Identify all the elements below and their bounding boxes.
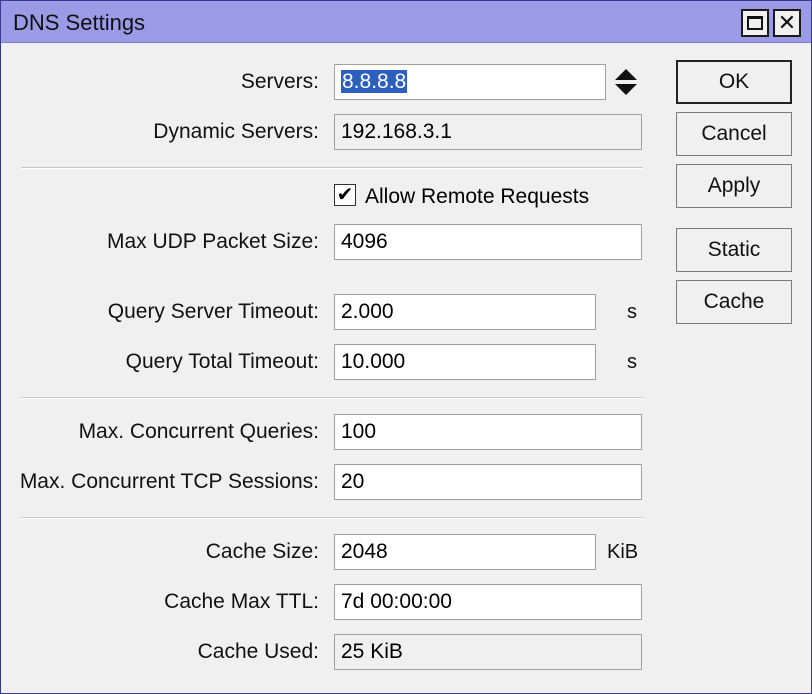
allow-remote-requests-label[interactable]: Allow Remote Requests (365, 181, 589, 213)
title-bar[interactable]: DNS Settings ✕ (1, 1, 811, 43)
dynamic-servers-field: 192.168.3.1 (334, 114, 642, 150)
separator (21, 167, 643, 169)
dns-settings-window: DNS Settings ✕ Servers: 8.8.8.8 Dynamic … (0, 0, 812, 694)
separator (21, 517, 643, 519)
max-udp-input[interactable]: 4096 (334, 224, 642, 260)
close-icon: ✕ (777, 10, 797, 35)
cache-size-unit: KiB (607, 541, 639, 563)
static-button[interactable]: Static (676, 228, 792, 272)
checkmark-icon: ✔ (336, 184, 354, 206)
query-server-timeout-label: Query Server Timeout: (107, 300, 319, 323)
servers-label: Servers: (240, 70, 319, 93)
cache-max-ttl-input[interactable]: 7d 00:00:00 (334, 584, 642, 620)
max-concurrent-queries-label: Max. Concurrent Queries: (78, 420, 319, 443)
close-button[interactable]: ✕ (773, 9, 801, 37)
max-concurrent-queries-input[interactable]: 100 (334, 414, 642, 450)
apply-button[interactable]: Apply (676, 164, 792, 208)
cache-used-label: Cache Used: (197, 640, 319, 663)
query-total-timeout-unit: s (627, 351, 637, 373)
cancel-button[interactable]: Cancel (676, 112, 792, 156)
cache-used-field: 25 KiB (334, 634, 642, 670)
dynamic-servers-label: Dynamic Servers: (153, 120, 319, 143)
separator (21, 397, 643, 399)
query-server-timeout-unit: s (627, 301, 637, 323)
max-concurrent-tcp-label: Max. Concurrent TCP Sessions: (19, 470, 319, 493)
max-concurrent-tcp-input[interactable]: 20 (334, 464, 642, 500)
cache-size-input[interactable]: 2048 (334, 534, 596, 570)
allow-remote-requests-checkbox[interactable]: ✔ (334, 184, 356, 206)
query-server-timeout-input[interactable]: 2.000 (334, 294, 596, 330)
max-udp-label: Max UDP Packet Size: (106, 230, 319, 253)
window-title: DNS Settings (13, 10, 146, 35)
maximize-button[interactable] (741, 9, 769, 37)
maximize-icon (747, 16, 763, 30)
cache-size-label: Cache Size: (205, 540, 319, 563)
servers-spinner-icon[interactable] (613, 67, 639, 97)
servers-value: 8.8.8.8 (341, 70, 408, 93)
cache-max-ttl-label: Cache Max TTL: (164, 590, 319, 613)
query-total-timeout-input[interactable]: 10.000 (334, 344, 596, 380)
query-total-timeout-label: Query Total Timeout: (125, 350, 319, 373)
ok-button[interactable]: OK (676, 60, 792, 104)
cache-button[interactable]: Cache (676, 280, 792, 324)
servers-input[interactable]: 8.8.8.8 (334, 64, 606, 100)
